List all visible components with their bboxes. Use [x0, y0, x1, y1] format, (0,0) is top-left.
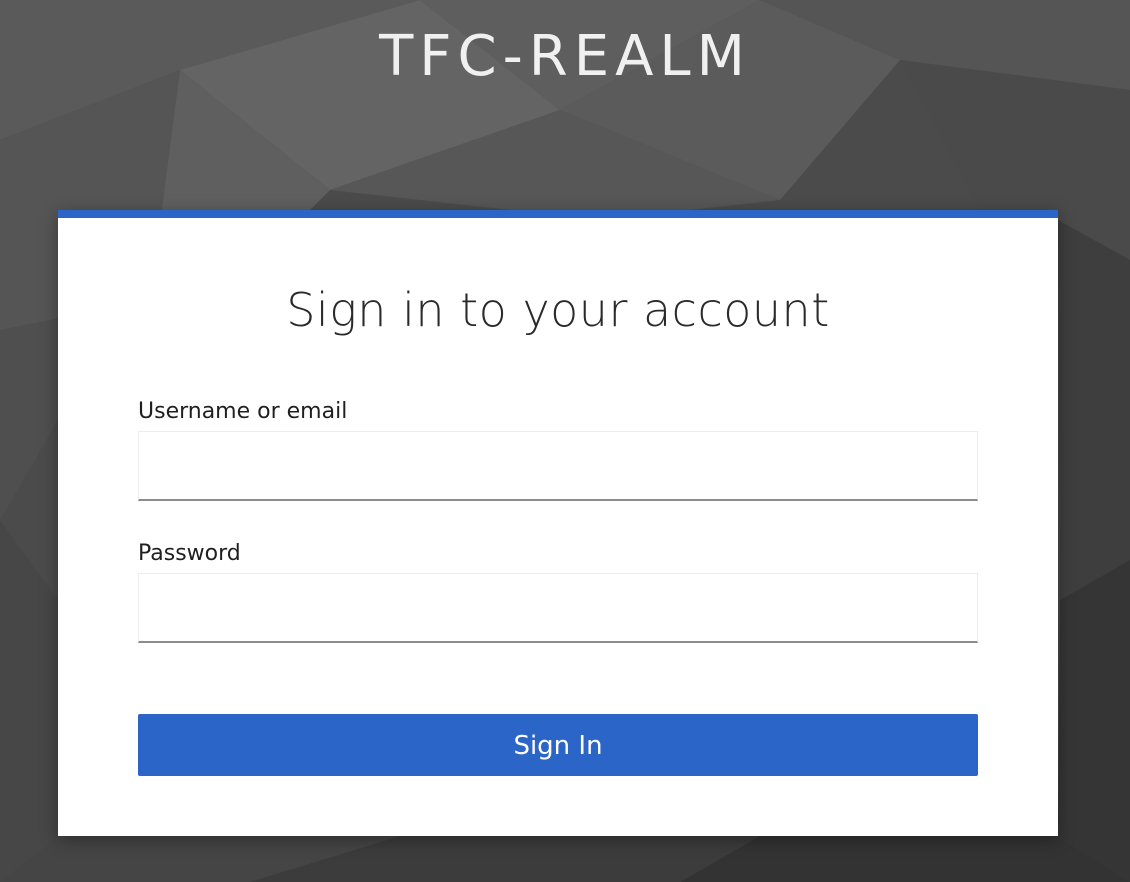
password-label: Password	[138, 541, 241, 566]
password-field[interactable]	[138, 573, 978, 643]
login-card: Sign in to your account Username or emai…	[58, 210, 1058, 836]
page-title: Sign in to your account	[286, 283, 830, 337]
realm-title: TFC-REALM	[379, 24, 751, 89]
username-field[interactable]	[138, 431, 978, 501]
username-label: Username or email	[138, 399, 348, 424]
sign-in-button[interactable]: Sign In	[138, 714, 978, 776]
